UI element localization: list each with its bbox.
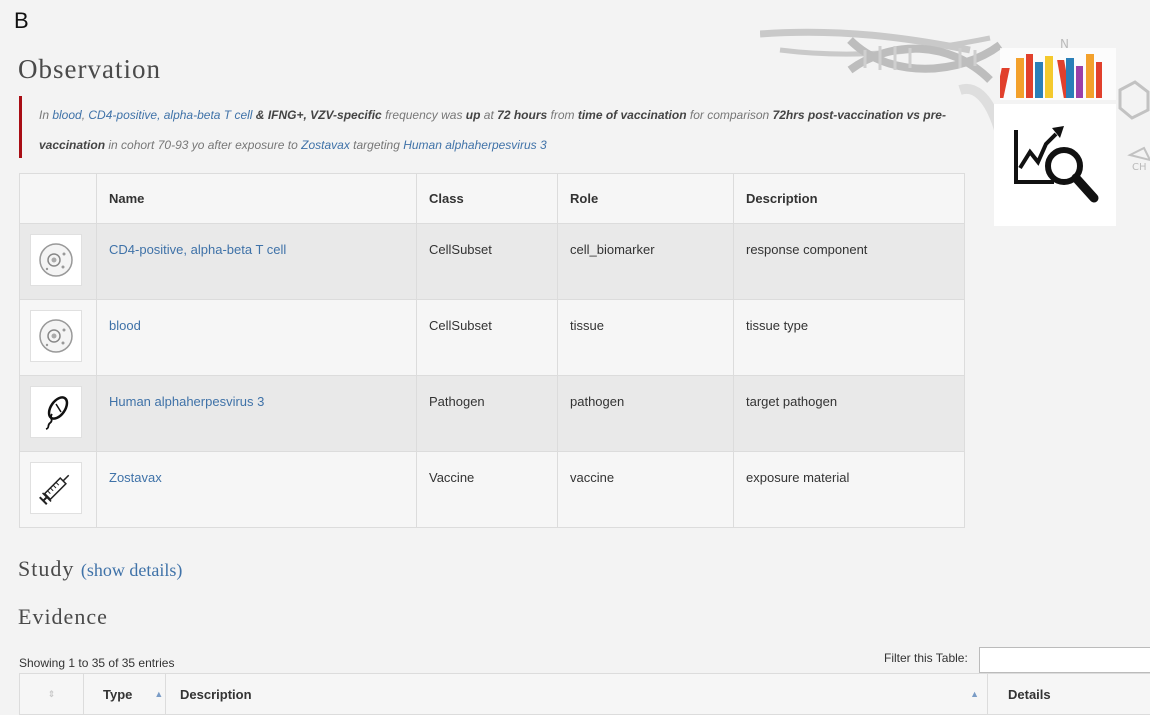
column-type-label: Type	[103, 686, 133, 702]
row-name-cell: CD4-positive, alpha-beta T cell	[96, 223, 417, 300]
row-description-cell: response component	[733, 223, 965, 300]
column-details-header[interactable]: Details	[988, 674, 1150, 714]
row-description-cell: tissue type	[733, 299, 965, 376]
row-description-cell: exposure material	[733, 451, 965, 528]
statement-text: frequency was	[381, 108, 466, 122]
reference-event-text: time of vaccination	[577, 108, 687, 122]
table-row: blood CellSubset tissue tissue type	[19, 299, 965, 376]
component-link[interactable]: CD4-positive, alpha-beta T cell	[109, 242, 286, 257]
header-name: Name	[96, 173, 417, 224]
sort-ascending-icon: ▲	[154, 689, 164, 699]
column-description-header[interactable]: Description ▲	[166, 674, 988, 714]
vaccine-link[interactable]: Zostavax	[301, 138, 350, 152]
analysis-card	[994, 104, 1116, 226]
component-link[interactable]: Zostavax	[109, 470, 162, 485]
observation-title: Observation	[18, 54, 161, 84]
marker-text: IFNG+, VZV-specific	[267, 108, 382, 122]
show-details-link[interactable]: (show details)	[81, 560, 182, 580]
svg-text:CH: CH	[1132, 162, 1147, 173]
evidence-table-header: ⇕ Type ▲ Description ▲ Details	[19, 673, 1150, 715]
pathogen-link[interactable]: Human alphaherpesvirus 3	[403, 138, 546, 152]
components-table: Name Class Role Description CD4-positive…	[19, 173, 965, 528]
row-role-cell: tissue	[557, 299, 734, 376]
statement-text: &	[252, 108, 268, 122]
statement-text: from	[547, 108, 578, 122]
row-name-cell: Human alphaherpesvirus 3	[96, 375, 417, 452]
tissue-link[interactable]: blood	[52, 108, 81, 122]
column-select-header[interactable]: ⇕	[20, 674, 84, 714]
row-role-cell: cell_biomarker	[557, 223, 734, 300]
statement-text: targeting	[349, 138, 404, 152]
books-icon	[1000, 48, 1116, 100]
row-class-cell: Vaccine	[416, 451, 558, 528]
row-class-cell: CellSubset	[416, 223, 558, 300]
row-class-cell: CellSubset	[416, 299, 558, 376]
cell-link[interactable]: CD4-positive, alpha-beta T cell	[88, 108, 252, 122]
statement-text: at	[480, 108, 498, 122]
header-role: Role	[557, 173, 734, 224]
direction-text: up	[465, 108, 481, 122]
row-icon-cell	[19, 375, 97, 452]
time-text: 72 hours	[497, 108, 548, 122]
component-link[interactable]: blood	[109, 318, 141, 333]
cell-icon	[30, 310, 82, 362]
study-heading: Study	[18, 556, 75, 581]
table-row: CD4-positive, alpha-beta T cell CellSubs…	[19, 223, 965, 300]
observation-statement: In blood, CD4-positive, alpha-beta T cel…	[19, 96, 949, 158]
row-name-cell: Zostavax	[96, 451, 417, 528]
cell-icon	[30, 234, 82, 286]
row-role-cell: pathogen	[557, 375, 734, 452]
panel-label: B	[14, 8, 29, 33]
syringe-icon	[30, 462, 82, 514]
table-header-row: Name Class Role Description	[19, 173, 965, 224]
filter-label: Filter this Table:	[884, 651, 968, 665]
evidence-title: Evidence	[18, 604, 108, 629]
sort-arrows-icon: ⇕	[47, 688, 56, 699]
component-link[interactable]: Human alphaherpesvirus 3	[109, 394, 264, 409]
pathogen-icon	[30, 386, 82, 438]
sort-ascending-icon: ▲	[970, 689, 979, 699]
header-class: Class	[416, 173, 558, 224]
statement-text: in cohort 70-93 yo after exposure to	[105, 138, 302, 152]
header-icon-col	[19, 173, 97, 224]
analysis-magnifier-icon	[1014, 126, 1099, 203]
row-role-cell: vaccine	[557, 451, 734, 528]
statement-text: In	[39, 108, 53, 122]
table-row: Human alphaherpesvirus 3 Pathogen pathog…	[19, 375, 965, 452]
statement-text: for comparison	[686, 108, 773, 122]
column-type-header[interactable]: Type ▲	[84, 674, 166, 714]
entries-info: Showing 1 to 35 of 35 entries	[19, 656, 175, 670]
column-description-label: Description	[180, 686, 252, 702]
row-class-cell: Pathogen	[416, 375, 558, 452]
filter-input[interactable]	[979, 647, 1150, 673]
column-details-label: Details	[1008, 686, 1051, 702]
header-description: Description	[733, 173, 965, 224]
row-name-cell: blood	[96, 299, 417, 376]
row-description-cell: target pathogen	[733, 375, 965, 452]
row-icon-cell	[19, 451, 97, 528]
study-title: Study (show details)	[18, 556, 182, 582]
table-row: Zostavax Vaccine vaccine exposure materi…	[19, 451, 965, 528]
row-icon-cell	[19, 299, 97, 376]
row-icon-cell	[19, 223, 97, 300]
